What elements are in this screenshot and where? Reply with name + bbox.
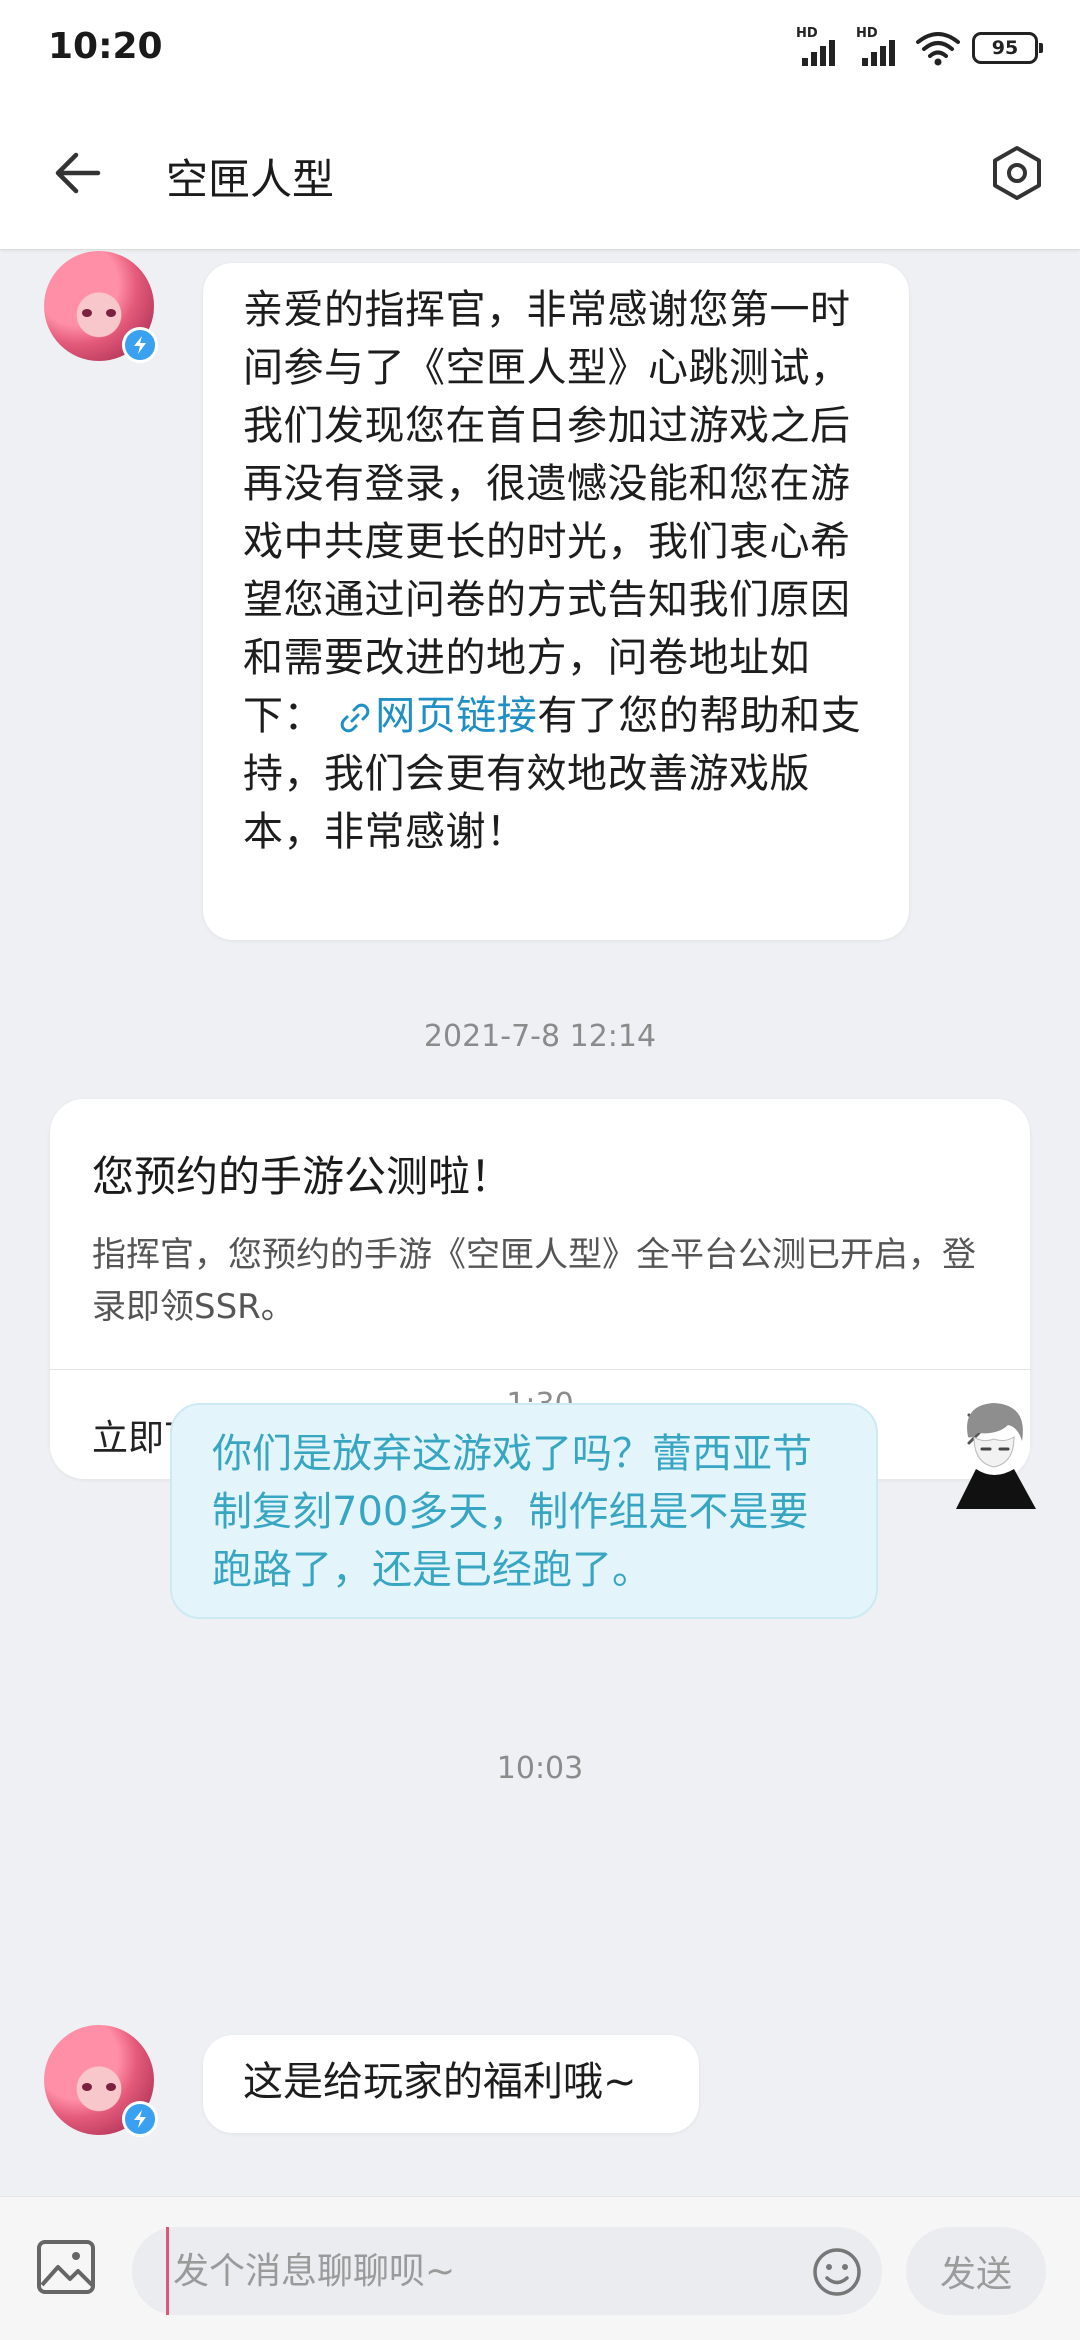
image-picker-button[interactable] xyxy=(34,2235,98,2299)
message-input-container xyxy=(132,2227,882,2315)
timestamp: 2021-7-8 12:14 xyxy=(423,1019,657,1054)
signal-hd-label: HD xyxy=(796,26,818,41)
divider xyxy=(50,1369,1030,1370)
message-text: 这是给玩家的福利哦~ xyxy=(243,2059,637,2105)
status-time: 10:20 xyxy=(48,26,163,67)
status-bar: 10:20 HD HD 95 xyxy=(0,0,1080,96)
image-icon xyxy=(37,2240,95,2294)
message-text: 亲爱的指挥官，非常感谢您第一时间参与了《空匣人型》心跳测试，我们发现您在首日参加… xyxy=(243,287,851,739)
message-text: 你们是放弃这游戏了吗？蕾西亚节制复刻700多天，制作组是不是要跑路了，还是已经跑… xyxy=(212,1431,812,1593)
battery-icon: 95 xyxy=(972,32,1043,64)
header-bar: 空匣人型 xyxy=(0,96,1080,250)
user-avatar[interactable] xyxy=(948,1397,1040,1509)
message-bubble[interactable]: 这是给玩家的福利哦~ xyxy=(203,2035,699,2133)
page-title: 空匣人型 xyxy=(166,155,335,204)
signal-hd-icon: HD xyxy=(796,26,844,70)
signal-hd-icon: HD xyxy=(856,26,904,70)
verified-badge-icon xyxy=(122,2101,158,2137)
back-button[interactable] xyxy=(42,138,112,208)
signal-hd-label: HD xyxy=(856,26,878,41)
wifi-icon xyxy=(916,32,960,66)
card-body: 指挥官，您预约的手游《空匣人型》全平台公测已开启，登录即领SSR。 xyxy=(92,1235,976,1327)
chat-scroll-area[interactable]: 亲爱的指挥官，非常感谢您第一时间参与了《空匣人型》心跳测试，我们发现您在首日参加… xyxy=(0,251,1080,2196)
hexagon-gear-icon xyxy=(993,146,1041,200)
emoji-icon xyxy=(813,2248,861,2296)
web-link-label: 网页链接 xyxy=(375,693,538,739)
message-input[interactable] xyxy=(166,2227,806,2315)
card-title: 您预约的手游公测啦！ xyxy=(92,1152,513,1201)
verified-badge-icon xyxy=(122,327,158,363)
input-bar: 发送 xyxy=(0,2196,1080,2340)
send-button[interactable]: 发送 xyxy=(906,2227,1046,2315)
my-message-bubble[interactable]: 你们是放弃这游戏了吗？蕾西亚节制复刻700多天，制作组是不是要跑路了，还是已经跑… xyxy=(170,1403,878,1619)
arrow-left-icon xyxy=(55,152,101,194)
message-bubble[interactable]: 亲爱的指挥官，非常感谢您第一时间参与了《空匣人型》心跳测试，我们发现您在首日参加… xyxy=(203,263,909,940)
web-link[interactable]: 网页链接 xyxy=(337,693,537,739)
link-icon xyxy=(340,703,370,733)
avatar[interactable] xyxy=(44,2025,158,2137)
status-icons: HD HD 95 xyxy=(796,26,1043,70)
message-text: 有了您的帮助和支持，我们会更有效地改善游戏版本，非常感谢！ xyxy=(243,693,862,855)
battery-level: 95 xyxy=(991,37,1019,59)
timestamp: 10:03 xyxy=(496,1751,584,1786)
settings-button[interactable] xyxy=(982,138,1052,208)
emoji-button[interactable] xyxy=(810,2245,864,2299)
avatar[interactable] xyxy=(44,251,158,363)
